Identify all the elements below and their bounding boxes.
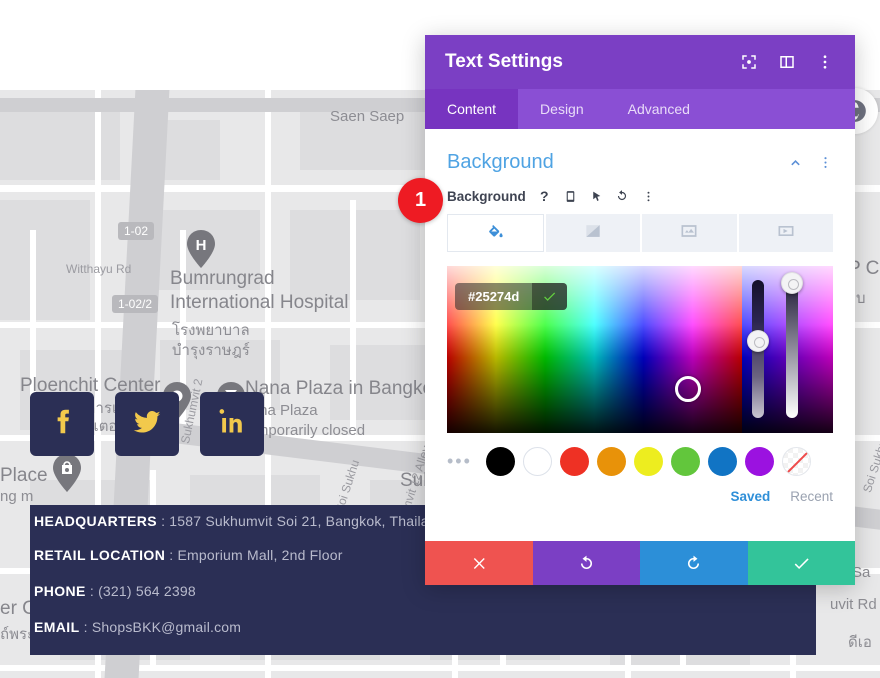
picker-sliders[interactable]	[747, 266, 808, 433]
swatch-source-tabs[interactable]: Saved Recent	[447, 489, 833, 504]
section-title: Background	[447, 151, 554, 173]
more-vertical-icon[interactable]	[815, 52, 835, 72]
gradient-icon	[583, 221, 603, 246]
contact-label: HEADQUARTERS	[34, 513, 158, 529]
map-route-shield: 1-02/2	[112, 295, 159, 313]
background-image-tab[interactable]	[642, 214, 737, 252]
swatch-transparent[interactable]	[781, 447, 811, 476]
contact-value: : Emporium Mall, 2nd Floor	[165, 547, 343, 563]
contact-value: : 1587 Sukhumvit Soi 21, Bangkok, Thaila…	[157, 513, 449, 529]
contact-label: RETAIL LOCATION	[34, 547, 166, 563]
color-swatch[interactable]	[596, 447, 626, 476]
hex-input-group[interactable]: #25274d	[455, 283, 568, 310]
map-label: Bumrungrad	[170, 268, 275, 289]
help-icon[interactable]: ?	[537, 188, 552, 204]
contact-value: : (321) 564 2398	[85, 583, 196, 599]
contact-label: PHONE	[34, 583, 86, 599]
background-field-label-row: Background ?	[447, 188, 833, 204]
redo-button[interactable]	[640, 541, 748, 585]
alpha-slider[interactable]	[786, 280, 798, 418]
contact-value: : ShopsBKK@gmail.com	[79, 619, 242, 635]
map-label: Saen Saep	[330, 108, 405, 125]
tab-advanced[interactable]: Advanced	[606, 89, 712, 129]
alpha-slider-handle[interactable]	[781, 272, 803, 294]
shopping-pin[interactable]	[52, 454, 82, 492]
undo-button[interactable]	[532, 541, 640, 585]
tab-design[interactable]: Design	[518, 89, 606, 129]
layout-split-icon[interactable]	[777, 52, 797, 72]
focus-icon[interactable]	[739, 52, 759, 72]
hex-input[interactable]: #25274d	[455, 283, 532, 310]
map-label: Witthayu Rd	[66, 262, 132, 276]
tab-content[interactable]: Content	[425, 89, 519, 129]
color-swatch[interactable]	[559, 447, 589, 476]
contact-line: EMAIL : ShopsBKK@gmail.com	[34, 619, 241, 635]
map-label: Nana Plaza in Bangko	[245, 378, 434, 399]
more-vertical-icon[interactable]	[818, 155, 833, 170]
background-video-tab[interactable]	[738, 214, 833, 252]
saved-tab[interactable]: Saved	[730, 489, 770, 504]
contact-label: EMAIL	[34, 619, 80, 635]
contact-line: HEADQUARTERS : 1587 Sukhumvit Soi 21, Ba…	[34, 513, 449, 529]
hue-slider-handle[interactable]	[747, 330, 769, 352]
facebook-link[interactable]	[30, 392, 94, 456]
color-swatch[interactable]	[744, 447, 774, 476]
map-label: ดีเอ	[848, 634, 872, 651]
cancel-button[interactable]	[425, 541, 533, 585]
map-label: Place	[0, 465, 48, 486]
color-swatch[interactable]	[670, 447, 700, 476]
facebook-icon	[47, 407, 77, 442]
recent-tab[interactable]: Recent	[790, 489, 833, 504]
modal-tabs[interactable]: Content Design Advanced	[425, 89, 855, 129]
color-swatches[interactable]: •••	[447, 447, 833, 476]
map-route-shield: 1-02	[118, 222, 155, 240]
map-label: uvit Rd	[830, 596, 877, 613]
linkedin-link[interactable]	[200, 392, 264, 456]
hover-cursor-icon[interactable]	[589, 188, 604, 204]
hex-confirm-icon[interactable]	[532, 283, 568, 310]
background-field-label: Background	[447, 188, 526, 204]
background-section-header: Background	[447, 129, 833, 188]
video-icon	[776, 221, 796, 246]
color-swatch[interactable]	[485, 447, 515, 476]
more-vertical-icon[interactable]	[641, 188, 656, 204]
color-swatch[interactable]	[522, 447, 552, 476]
color-picker[interactable]: #25274d	[447, 266, 833, 433]
image-icon	[679, 221, 699, 246]
map-label: Soi Sukhu	[860, 437, 880, 495]
background-gradient-tab[interactable]	[545, 214, 640, 252]
paint-bucket-icon	[486, 221, 505, 245]
reset-icon[interactable]	[615, 188, 630, 204]
twitter-link[interactable]	[115, 392, 179, 456]
chevron-up-icon[interactable]	[787, 154, 804, 171]
annotation-badge-1: 1	[398, 178, 443, 223]
modal-header: Text Settings	[425, 35, 855, 89]
contact-line: RETAIL LOCATION : Emporium Mall, 2nd Flo…	[34, 547, 343, 563]
map-label: International Hospital	[170, 292, 349, 313]
modal-footer[interactable]	[425, 541, 855, 585]
svg-text:H: H	[196, 237, 207, 254]
color-swatch[interactable]	[633, 447, 663, 476]
hospital-pin[interactable]: H	[186, 230, 216, 268]
text-settings-modal[interactable]: Text Settings Content Design Advanced Ba…	[425, 35, 855, 585]
map-label: บ	[856, 290, 866, 307]
background-color-tab[interactable]	[447, 214, 544, 252]
map-label: บำรุงราษฎร์	[172, 342, 250, 359]
color-swatch[interactable]	[707, 447, 737, 476]
save-button[interactable]	[747, 541, 855, 585]
color-picker-cursor[interactable]	[675, 376, 701, 402]
linkedin-icon	[218, 408, 246, 441]
modal-title: Text Settings	[445, 51, 563, 72]
map-label: ng m	[0, 488, 34, 505]
mobile-device-icon[interactable]	[563, 188, 578, 204]
twitter-icon	[131, 406, 163, 443]
contact-line: PHONE : (321) 564 2398	[34, 583, 196, 599]
background-type-tabs[interactable]	[447, 214, 833, 252]
modal-body: Background Background ? #25274d ••• Save…	[425, 129, 855, 541]
more-swatches-icon[interactable]: •••	[447, 451, 478, 472]
